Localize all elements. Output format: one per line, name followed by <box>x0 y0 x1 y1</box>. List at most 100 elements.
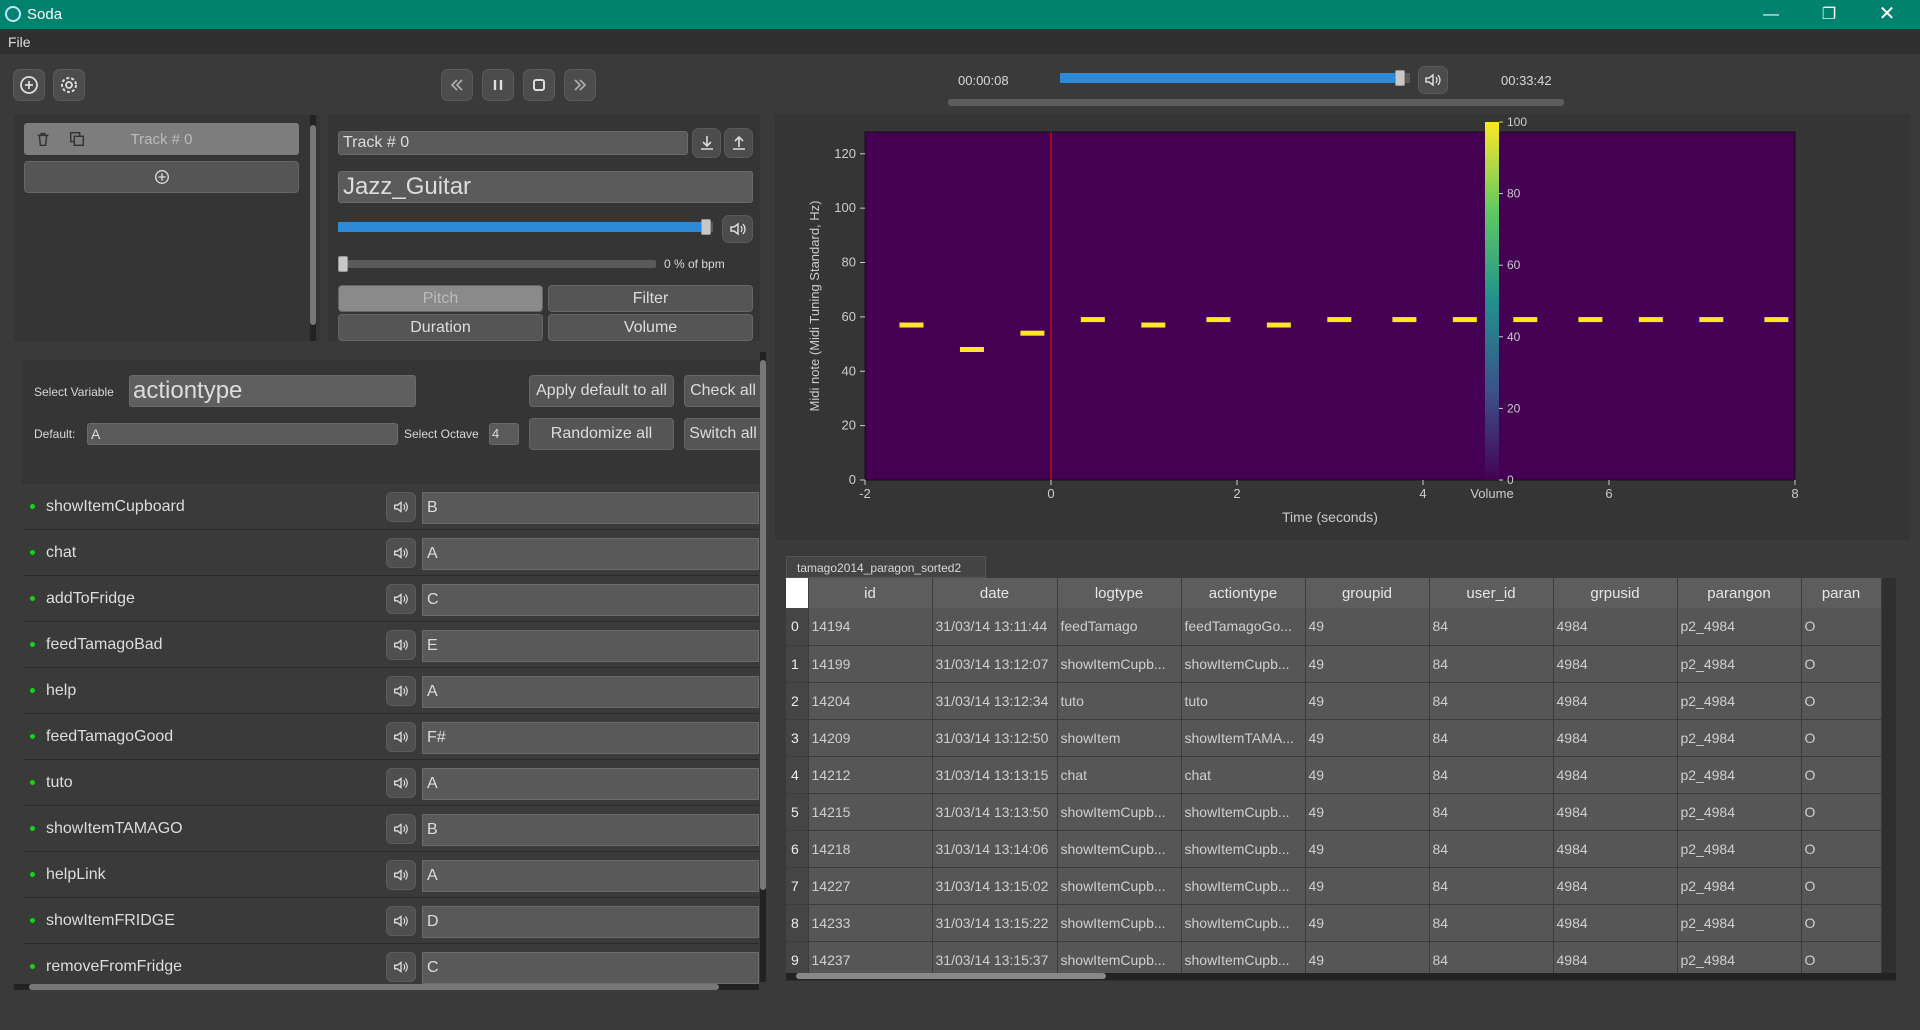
table-cell[interactable]: feedTamagoGo... <box>1181 608 1306 646</box>
row-header[interactable]: 0 <box>786 608 809 646</box>
restore-icon[interactable]: ❐ <box>1806 0 1852 29</box>
table-cell[interactable]: showItemCupb... <box>1181 645 1306 683</box>
tab-pitch[interactable]: Pitch <box>338 285 543 312</box>
table-cell[interactable]: 84 <box>1429 719 1554 757</box>
table-cell[interactable]: p2_4984 <box>1677 645 1802 683</box>
table-row[interactable]: 1 14199 31/03/14 13:12:07 showItemCupb... sh… <box>786 645 1882 683</box>
table-cell[interactable]: 31/03/14 13:13:50 <box>932 793 1058 831</box>
table-cell[interactable]: 49 <box>1305 830 1430 868</box>
table-cell[interactable]: p2_4984 <box>1677 793 1802 831</box>
select-variable-dropdown[interactable]: actiontype <box>129 375 416 407</box>
table-cell[interactable]: O <box>1801 645 1882 683</box>
table-cell[interactable]: showItemCupb... <box>1057 645 1182 683</box>
master-volume-button[interactable] <box>1418 66 1448 94</box>
table-cell[interactable]: showItem <box>1057 719 1182 757</box>
table-cell[interactable]: 14212 <box>808 756 933 794</box>
column-header[interactable]: groupid <box>1305 578 1430 608</box>
track-name-input[interactable]: Track # 0 <box>338 131 688 155</box>
table-cell[interactable]: 84 <box>1429 793 1554 831</box>
table-cell[interactable]: 14215 <box>808 793 933 831</box>
stop-button[interactable] <box>523 69 555 101</box>
preview-sound-button[interactable] <box>386 492 416 522</box>
table-row[interactable]: 5 14215 31/03/14 13:13:50 showItemCupb... sh… <box>786 793 1882 831</box>
table-cell[interactable]: 84 <box>1429 904 1554 942</box>
note-value-input[interactable]: A <box>422 538 759 570</box>
table-cell[interactable]: 84 <box>1429 756 1554 794</box>
note-value-input[interactable]: B <box>422 492 759 524</box>
column-header[interactable]: parangon <box>1677 578 1802 608</box>
close-icon[interactable]: ✕ <box>1864 0 1910 29</box>
track-mute-button[interactable] <box>722 215 753 243</box>
table-cell[interactable]: 31/03/14 13:15:22 <box>932 904 1058 942</box>
table-cell[interactable]: chat <box>1057 756 1182 794</box>
table-cell[interactable]: 14199 <box>808 645 933 683</box>
table-cell[interactable]: 49 <box>1305 645 1430 683</box>
note-value-input[interactable]: D <box>422 906 759 938</box>
row-header[interactable]: 4 <box>786 756 809 794</box>
import-button[interactable] <box>692 128 721 158</box>
table-cell[interactable]: 49 <box>1305 608 1430 646</box>
rewind-button[interactable] <box>441 69 473 101</box>
note-value-input[interactable]: B <box>422 814 759 846</box>
column-header[interactable]: paran <box>1801 578 1882 608</box>
note-value-input[interactable]: A <box>422 768 759 800</box>
row-header[interactable]: 3 <box>786 719 809 757</box>
table-cell[interactable]: 49 <box>1305 719 1430 757</box>
table-row[interactable]: 4 14212 31/03/14 13:13:15 chat chat 49 84 4984 p… <box>786 756 1882 794</box>
table-cell[interactable]: 31/03/14 13:12:34 <box>932 682 1058 720</box>
table-cell[interactable]: 4984 <box>1553 719 1678 757</box>
tab-filter[interactable]: Filter <box>548 285 753 312</box>
table-cell[interactable]: chat <box>1181 756 1306 794</box>
mapping-v-scrollbar[interactable] <box>760 352 766 982</box>
add-track-row-button[interactable] <box>24 161 299 193</box>
table-cell[interactable]: O <box>1801 830 1882 868</box>
track-item[interactable]: Track # 0 <box>24 123 299 155</box>
table-cell[interactable]: showItemCupb... <box>1181 867 1306 905</box>
table-cell[interactable]: O <box>1801 608 1882 646</box>
table-cell[interactable]: 31/03/14 13:15:02 <box>932 867 1058 905</box>
table-cell[interactable]: 31/03/14 13:12:07 <box>932 645 1058 683</box>
column-header[interactable]: id <box>808 578 933 608</box>
table-cell[interactable]: 84 <box>1429 830 1554 868</box>
note-value-input[interactable]: E <box>422 630 759 662</box>
check-all-button[interactable]: Check all <box>684 375 762 407</box>
table-cell[interactable]: 49 <box>1305 867 1430 905</box>
tab-volume[interactable]: Volume <box>548 314 753 341</box>
active-indicator[interactable] <box>30 872 35 877</box>
apply-default-all-button[interactable]: Apply default to all <box>529 375 674 407</box>
table-cell[interactable]: p2_4984 <box>1677 867 1802 905</box>
preview-sound-button[interactable] <box>386 722 416 752</box>
bpm-handle[interactable] <box>338 256 348 272</box>
table-cell[interactable]: 4984 <box>1553 830 1678 868</box>
row-header[interactable]: 1 <box>786 645 809 683</box>
track-list-scrollbar[interactable] <box>310 115 316 341</box>
table-h-scrollbar[interactable] <box>786 973 1896 980</box>
table-row[interactable]: 3 14209 31/03/14 13:12:50 showItem showItemT… <box>786 719 1882 757</box>
table-cell[interactable]: 14227 <box>808 867 933 905</box>
table-cell[interactable]: showItemCupb... <box>1057 904 1182 942</box>
table-cell[interactable]: showItemCupb... <box>1181 904 1306 942</box>
switch-all-button[interactable]: Switch all <box>684 418 762 450</box>
instrument-select[interactable]: Jazz_Guitar <box>338 171 753 203</box>
tab-duration[interactable]: Duration <box>338 314 543 341</box>
preview-sound-button[interactable] <box>386 906 416 936</box>
table-cell[interactable]: O <box>1801 682 1882 720</box>
table-cell[interactable]: p2_4984 <box>1677 830 1802 868</box>
row-header[interactable]: 6 <box>786 830 809 868</box>
table-row[interactable]: 0 14194 31/03/14 13:11:44 feedTamago feedTam… <box>786 608 1882 646</box>
active-indicator[interactable] <box>30 734 35 739</box>
active-indicator[interactable] <box>30 964 35 969</box>
column-header[interactable]: actiontype <box>1181 578 1306 608</box>
table-row[interactable]: 8 14233 31/03/14 13:15:22 showItemCupb... sh… <box>786 904 1882 942</box>
preview-sound-button[interactable] <box>386 676 416 706</box>
table-cell[interactable]: showItemCupb... <box>1057 830 1182 868</box>
pause-button[interactable] <box>482 69 514 101</box>
row-header[interactable]: 2 <box>786 682 809 720</box>
table-cell[interactable]: 31/03/14 13:12:50 <box>932 719 1058 757</box>
note-value-input[interactable]: C <box>422 584 759 616</box>
table-cell[interactable]: p2_4984 <box>1677 608 1802 646</box>
active-indicator[interactable] <box>30 642 35 647</box>
menu-file[interactable]: File <box>8 34 31 50</box>
table-cell[interactable]: showItemCupb... <box>1181 793 1306 831</box>
table-cell[interactable]: showItemCupb... <box>1057 793 1182 831</box>
